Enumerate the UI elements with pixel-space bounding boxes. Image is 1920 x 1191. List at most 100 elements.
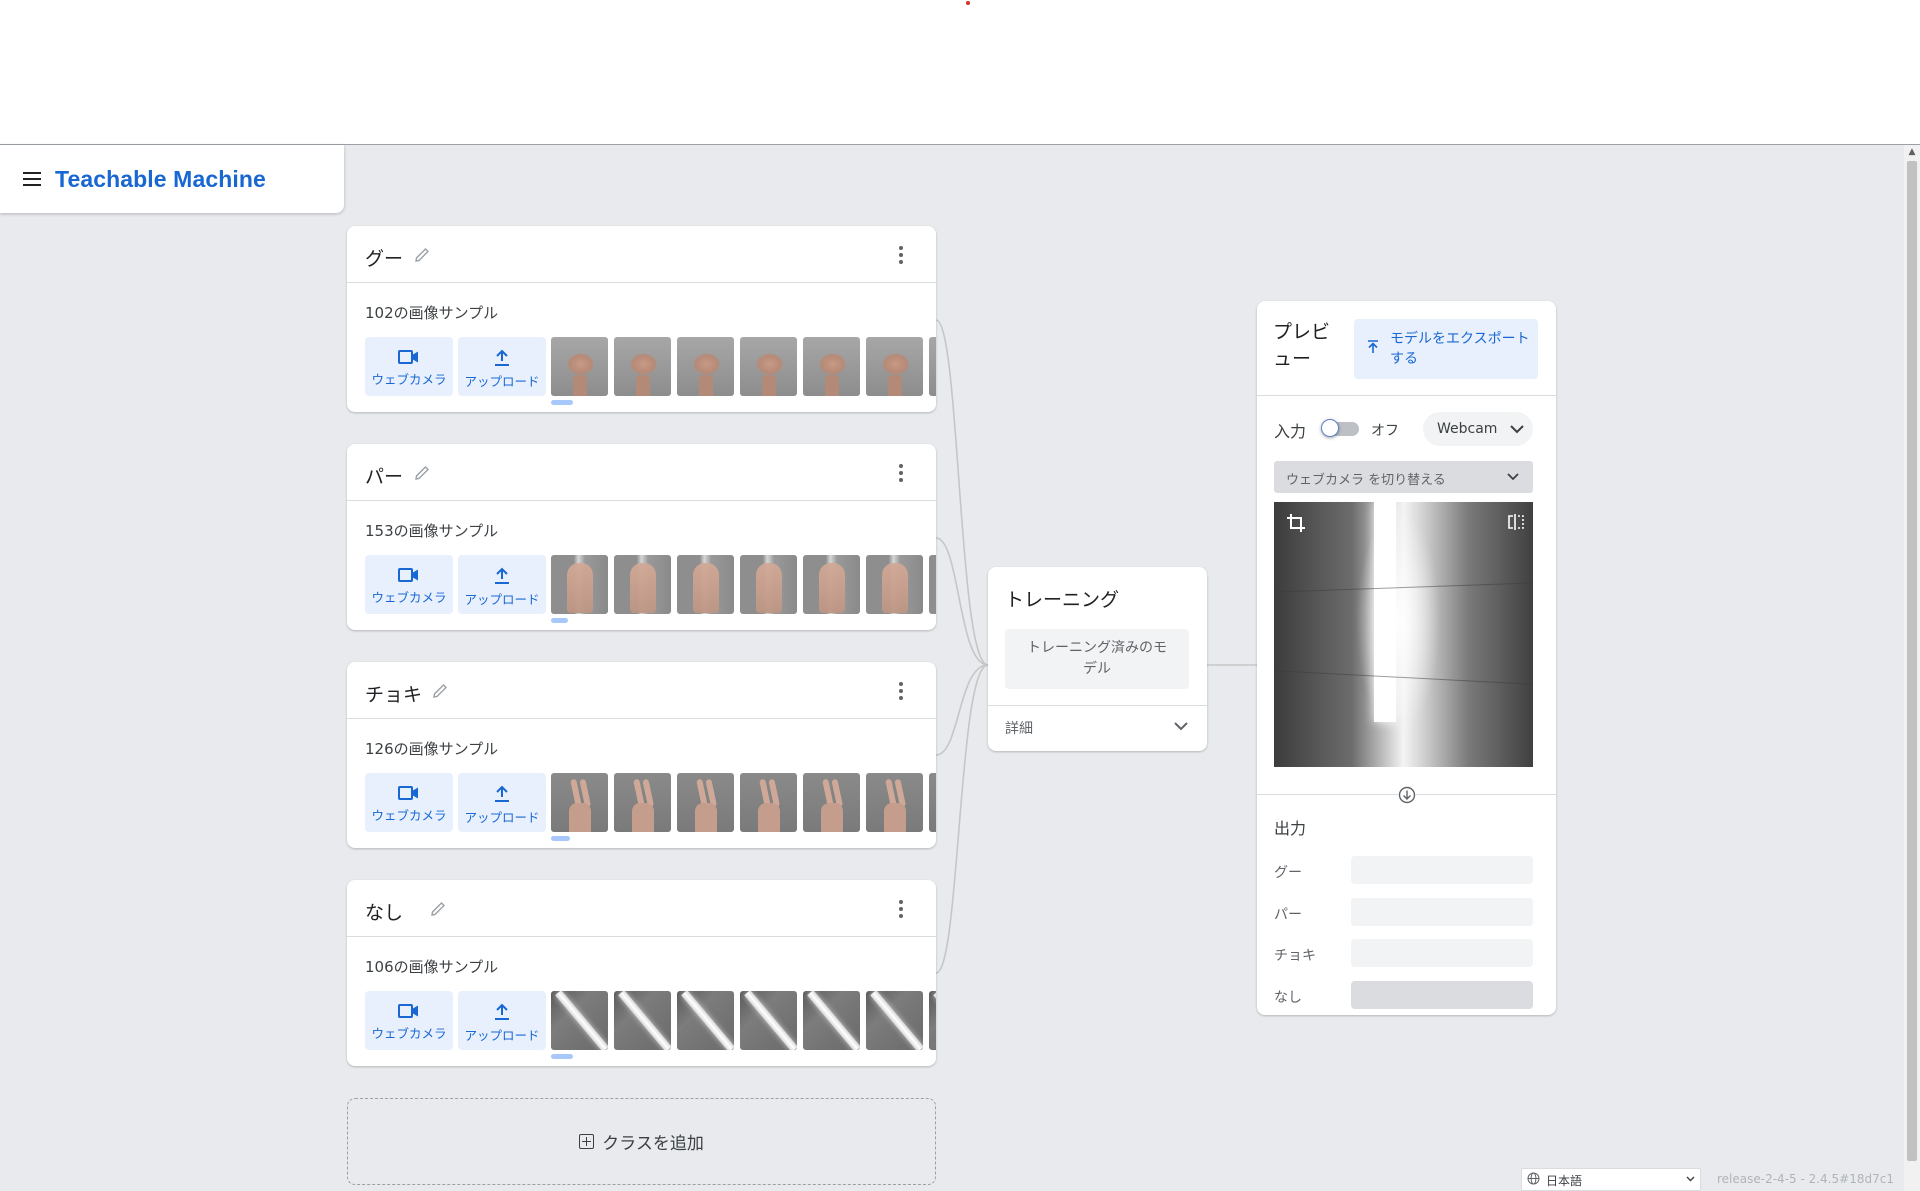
sample-image[interactable]: [677, 991, 734, 1050]
add-box-icon: [579, 1134, 595, 1149]
upload-button[interactable]: アップロード: [458, 773, 546, 832]
sample-image[interactable]: [740, 991, 797, 1050]
pencil-icon[interactable]: [431, 682, 449, 700]
thumbnail-scrollbar[interactable]: [551, 618, 568, 623]
output-title: 出力: [1274, 819, 1307, 838]
class-name[interactable]: パー: [365, 462, 403, 489]
sample-image[interactable]: [803, 991, 860, 1050]
sample-image[interactable]: [929, 991, 936, 1050]
sample-image[interactable]: [866, 991, 923, 1050]
upload-label: アップロード: [464, 1028, 540, 1043]
export-icon: [1368, 340, 1378, 353]
sample-image[interactable]: [866, 555, 923, 614]
page-scrollbar[interactable]: ▲: [1904, 145, 1920, 1191]
videocam-icon: [398, 350, 418, 364]
sample-image[interactable]: [677, 773, 734, 832]
sample-image[interactable]: [551, 555, 608, 614]
details-toggle[interactable]: 詳細: [1005, 718, 1033, 738]
training-title: トレーニング: [1005, 589, 1120, 611]
output-label: なし: [1274, 990, 1302, 1006]
crop-icon[interactable]: [1286, 513, 1306, 533]
class-card-header: なし: [347, 880, 936, 937]
class-card-header: パー: [347, 444, 936, 501]
more-vert-icon[interactable]: [895, 245, 907, 265]
class-card-1: グー 102の画像サンプル ウェブカメラ アップロード: [347, 226, 936, 412]
upload-button[interactable]: アップロード: [458, 991, 546, 1050]
sample-image[interactable]: [740, 337, 797, 396]
thumbnail-scrollbar[interactable]: [551, 1054, 573, 1059]
more-vert-icon[interactable]: [895, 463, 907, 483]
sample-image[interactable]: [551, 337, 608, 396]
upload-icon: [495, 1003, 509, 1020]
sample-image[interactable]: [803, 555, 860, 614]
input-source-select[interactable]: Webcam: [1423, 412, 1533, 446]
chevron-down-icon[interactable]: [1172, 717, 1190, 735]
sample-image[interactable]: [614, 555, 671, 614]
sample-image[interactable]: [929, 773, 936, 832]
input-toggle[interactable]: [1321, 419, 1359, 437]
switch-camera-label: ウェブカメラ を切り替える: [1286, 473, 1446, 488]
globe-icon: [1527, 1172, 1540, 1185]
class-name[interactable]: グー: [365, 244, 403, 271]
sample-image[interactable]: [677, 337, 734, 396]
language-select[interactable]: 日本語: [1521, 1168, 1701, 1191]
sample-image[interactable]: [803, 773, 860, 832]
output-row: なし: [1274, 981, 1539, 1009]
class-name[interactable]: なし: [365, 898, 403, 925]
export-model-button[interactable]: モデルをエクスポートする: [1354, 319, 1538, 379]
upload-button[interactable]: アップロード: [458, 337, 546, 396]
sample-image[interactable]: [866, 773, 923, 832]
sample-image[interactable]: [740, 555, 797, 614]
sample-image[interactable]: [614, 991, 671, 1050]
sample-image[interactable]: [677, 555, 734, 614]
language-value: 日本語: [1546, 1174, 1583, 1188]
input-source-value: Webcam: [1437, 421, 1498, 437]
workspace-canvas: Teachable Machine グー 102の画像サンプル ウェブカメラ ア…: [0, 145, 1904, 1191]
camera-image-light: [1374, 502, 1396, 722]
sample-image[interactable]: [614, 337, 671, 396]
more-vert-icon[interactable]: [895, 681, 907, 701]
scroll-up-arrow[interactable]: ▲: [1904, 147, 1920, 157]
output-row: グー: [1274, 856, 1539, 884]
thumbnail-scrollbar[interactable]: [551, 400, 573, 405]
sample-thumbnails: [551, 991, 936, 1050]
sample-thumbnails: [551, 773, 936, 832]
webcam-label: ウェブカメラ: [371, 590, 447, 605]
scroll-thumb[interactable]: [1907, 161, 1917, 1161]
release-version: release-2-4-5 - 2.4.5#18d7c1: [1717, 1172, 1894, 1186]
sample-image[interactable]: [551, 991, 608, 1050]
pencil-icon[interactable]: [429, 900, 447, 918]
sample-image[interactable]: [929, 337, 936, 396]
menu-icon[interactable]: [23, 172, 41, 186]
toggle-knob: [1321, 419, 1339, 437]
thumbnail-scrollbar[interactable]: [551, 836, 570, 841]
add-class-button[interactable]: クラスを追加: [347, 1098, 936, 1185]
flip-icon[interactable]: [1507, 513, 1525, 531]
class-name[interactable]: チョキ: [365, 680, 422, 707]
sample-image[interactable]: [614, 773, 671, 832]
pencil-icon[interactable]: [413, 464, 431, 482]
webcam-button[interactable]: ウェブカメラ: [365, 773, 453, 832]
sample-count: 106の画像サンプル: [365, 958, 499, 976]
sample-image[interactable]: [866, 337, 923, 396]
sample-image[interactable]: [740, 773, 797, 832]
preview-card: プレビュー モデルをエクスポートする 入力 オフ Webcam ウェブカメラ を…: [1257, 301, 1556, 1015]
webcam-button[interactable]: ウェブカメラ: [365, 337, 453, 396]
webcam-button[interactable]: ウェブカメラ: [365, 991, 453, 1050]
sample-image[interactable]: [929, 555, 936, 614]
output-label: パー: [1274, 907, 1302, 923]
sample-image[interactable]: [551, 773, 608, 832]
webcam-button[interactable]: ウェブカメラ: [365, 555, 453, 614]
videocam-icon: [398, 1004, 418, 1018]
more-vert-icon[interactable]: [895, 899, 907, 919]
sample-image[interactable]: [803, 337, 860, 396]
class-card-header: チョキ: [347, 662, 936, 719]
switch-camera-select[interactable]: ウェブカメラ を切り替える: [1274, 461, 1533, 493]
train-model-button[interactable]: トレーニング済みのモデル: [1005, 629, 1189, 689]
chevron-down-icon: [1686, 1176, 1695, 1182]
upload-button[interactable]: アップロード: [458, 555, 546, 614]
class-card-3: チョキ 126の画像サンプル ウェブカメラ アップロード: [347, 662, 936, 848]
confidence-bar: [1351, 898, 1533, 926]
videocam-icon: [398, 568, 418, 582]
pencil-icon[interactable]: [413, 246, 431, 264]
